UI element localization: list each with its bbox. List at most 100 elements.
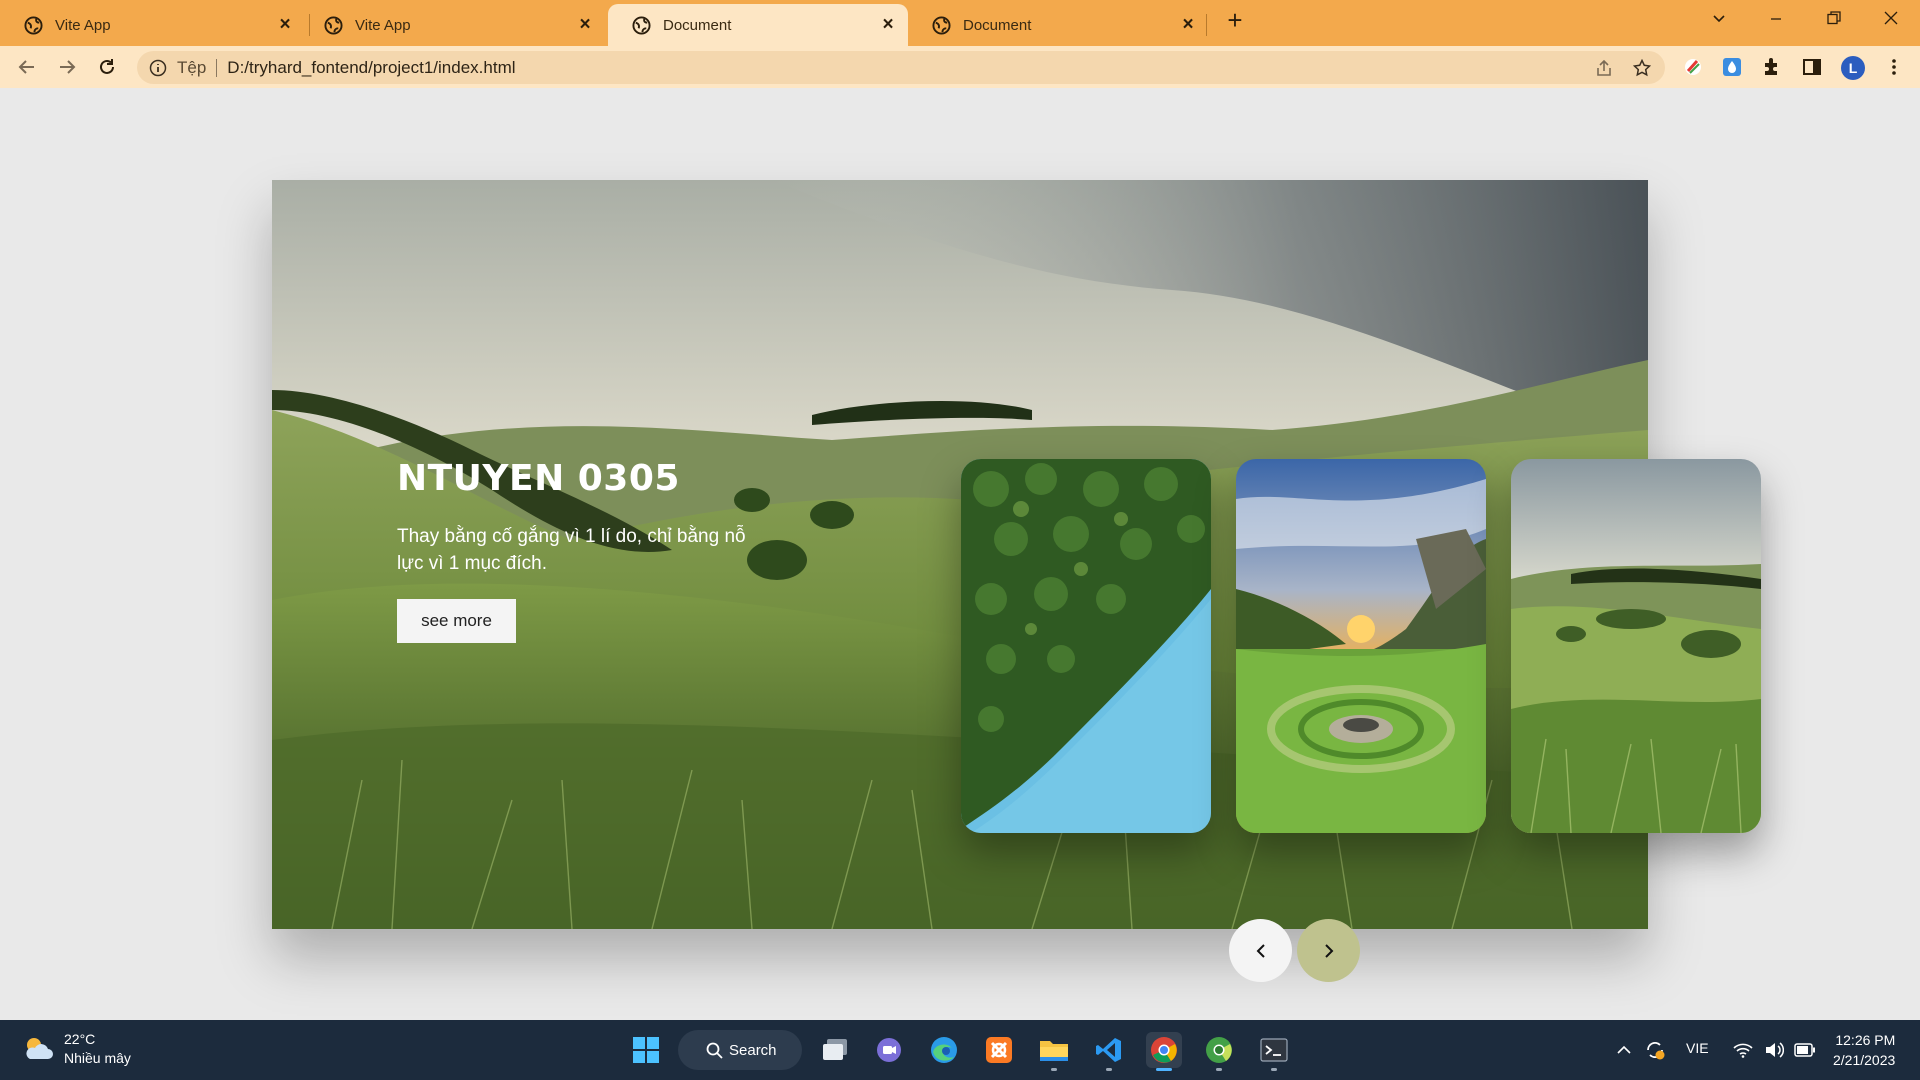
start-button[interactable] — [628, 1032, 664, 1068]
browser-tab-strip: Vite App × Vite App × Document × Documen… — [0, 0, 1920, 46]
arrow-left-icon — [18, 60, 34, 74]
browser-toolbar: Tệp D:/tryhard_fontend/project1/index.ht… — [0, 46, 1920, 88]
sunset-valley-card[interactable] — [1236, 459, 1486, 833]
running-indicator — [1271, 1068, 1277, 1071]
windows-logo-icon — [633, 1037, 659, 1063]
water-drop-extension-icon[interactable] — [1722, 57, 1742, 77]
hero-title: NTUYEN 0305 — [397, 458, 680, 499]
battery-status[interactable] — [1793, 1038, 1817, 1062]
profile-avatar[interactable]: L — [1841, 56, 1865, 80]
chevron-right-icon — [1324, 943, 1333, 958]
edge-browser-button[interactable] — [926, 1032, 962, 1068]
close-tab-icon[interactable]: × — [1180, 15, 1196, 34]
xampp-button[interactable] — [981, 1032, 1017, 1068]
task-view-icon — [823, 1039, 847, 1060]
task-view-button[interactable] — [817, 1032, 853, 1068]
chevron-left-icon — [1256, 943, 1265, 958]
forward-button[interactable] — [53, 53, 81, 81]
clock-date: 2/21/2023 — [1833, 1052, 1896, 1068]
chat-icon — [877, 1038, 901, 1062]
chrome-button[interactable] — [1146, 1032, 1182, 1071]
tab-title: Vite App — [355, 16, 411, 34]
reload-icon — [100, 59, 114, 74]
url-text[interactable]: D:/tryhard_fontend/project1/index.html — [227, 58, 1595, 78]
tab-vite-app-2[interactable]: Vite App × — [300, 4, 605, 46]
wifi-icon — [1733, 1043, 1753, 1058]
arrow-right-icon — [60, 60, 76, 74]
sync-tray-button[interactable] — [1643, 1038, 1667, 1062]
running-indicator — [1106, 1068, 1112, 1071]
running-indicator — [1051, 1068, 1057, 1071]
running-indicator — [1216, 1068, 1222, 1071]
reload-button[interactable] — [93, 53, 121, 81]
battery-icon — [1794, 1043, 1815, 1057]
input-language[interactable]: VIE — [1686, 1040, 1709, 1056]
chrome-profile-button[interactable] — [1201, 1032, 1237, 1071]
wifi-status[interactable] — [1731, 1038, 1755, 1062]
tab-title: Document — [663, 16, 732, 34]
close-window-button[interactable] — [1877, 6, 1905, 34]
active-indicator — [1156, 1068, 1172, 1071]
share-icon[interactable] — [1595, 59, 1613, 77]
cloud-sun-icon — [26, 1038, 53, 1059]
folder-icon — [1040, 1041, 1068, 1061]
back-button[interactable] — [13, 53, 41, 81]
globe-icon — [632, 15, 651, 35]
close-tab-icon[interactable]: × — [577, 15, 593, 34]
file-explorer-button[interactable] — [1036, 1032, 1072, 1071]
tab-title: Vite App — [55, 16, 111, 34]
weather-widget[interactable]: 22°C Nhiều mây — [22, 1030, 131, 1068]
globe-icon — [932, 15, 951, 35]
tab-divider — [1206, 14, 1207, 36]
prev-slide-button[interactable] — [1229, 919, 1292, 982]
restore-button[interactable] — [1820, 6, 1848, 34]
teams-chat-button[interactable] — [871, 1032, 907, 1068]
hero-slider: NTUYEN 0305 Thay bằng cố gắng vì 1 lí do… — [272, 180, 1761, 982]
terminal-icon — [1260, 1038, 1288, 1062]
scheme-label: Tệp — [177, 57, 207, 77]
color-extension-icon[interactable] — [1683, 57, 1703, 77]
system-clock[interactable]: 12:26 PM 2/21/2023 — [1833, 1030, 1895, 1070]
forest-lake-card[interactable] — [961, 459, 1211, 833]
info-icon[interactable] — [149, 59, 167, 77]
tab-search-icon[interactable] — [1705, 6, 1733, 34]
volume-status[interactable] — [1762, 1038, 1786, 1062]
taskbar-search[interactable]: Search — [678, 1030, 802, 1070]
search-icon — [706, 1042, 723, 1059]
close-tab-icon[interactable]: × — [880, 15, 896, 34]
chrome-canary-icon — [1206, 1037, 1232, 1063]
address-bar[interactable]: Tệp D:/tryhard_fontend/project1/index.ht… — [137, 51, 1665, 84]
weather-temperature: 22°C — [64, 1031, 96, 1047]
globe-icon — [324, 15, 343, 35]
bookmark-star-icon[interactable] — [1633, 58, 1651, 77]
side-panel-icon[interactable] — [1802, 57, 1822, 77]
terminal-button[interactable] — [1256, 1032, 1292, 1071]
chrome-icon — [1151, 1037, 1177, 1063]
kebab-menu-icon[interactable] — [1884, 57, 1904, 77]
tab-vite-app-1[interactable]: Vite App × — [0, 4, 305, 46]
tab-title: Document — [963, 16, 1032, 34]
page-viewport: NTUYEN 0305 Thay bằng cố gắng vì 1 lí do… — [0, 88, 1920, 1020]
minimize-button[interactable] — [1762, 6, 1790, 34]
chevron-up-icon — [1617, 1045, 1631, 1054]
omnibox-divider — [216, 58, 218, 77]
green-hills-card[interactable] — [1511, 459, 1761, 833]
tab-document-active[interactable]: Document × — [608, 4, 908, 46]
xampp-icon — [986, 1037, 1012, 1063]
hero-text-block: NTUYEN 0305 Thay bằng cố gắng vì 1 lí do… — [397, 458, 777, 643]
globe-icon — [24, 15, 43, 35]
clock-time: 12:26 PM — [1835, 1032, 1896, 1048]
vscode-button[interactable] — [1091, 1032, 1127, 1071]
sync-icon — [1647, 1042, 1665, 1060]
tray-overflow-button[interactable] — [1612, 1038, 1636, 1062]
tab-document-2[interactable]: Document × — [908, 4, 1208, 46]
close-tab-icon[interactable]: × — [277, 15, 293, 34]
extensions-puzzle-icon[interactable] — [1762, 57, 1782, 77]
new-tab-button[interactable]: + — [1222, 7, 1248, 34]
windows-taskbar: 22°C Nhiều mây Search VIE 12:26 PM 2/21/… — [0, 1020, 1920, 1080]
search-label: Search — [729, 1041, 777, 1059]
speaker-icon — [1766, 1042, 1784, 1058]
next-slide-button[interactable] — [1297, 919, 1360, 982]
see-more-button[interactable]: see more — [397, 599, 516, 643]
hero-description: Thay bằng cố gắng vì 1 lí do, chỉ bằng n… — [397, 526, 746, 574]
